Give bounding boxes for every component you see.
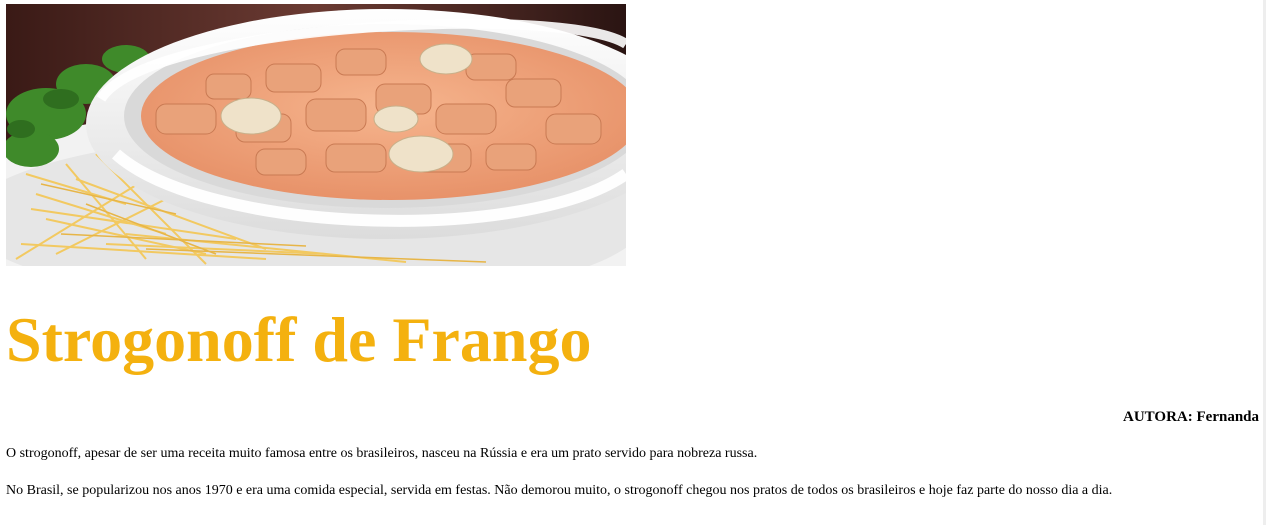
paragraph-intro: O strogonoff, apesar de ser uma receita … [6, 446, 758, 461]
author-credit: AUTORA: Fernanda [1123, 409, 1259, 425]
paragraph-brazil: No Brasil, se popularizou nos anos 1970 … [6, 483, 1113, 498]
page-title: Strogonoff de Frango [6, 304, 592, 375]
hero-image [6, 4, 626, 266]
strogonoff-photo [6, 4, 626, 266]
